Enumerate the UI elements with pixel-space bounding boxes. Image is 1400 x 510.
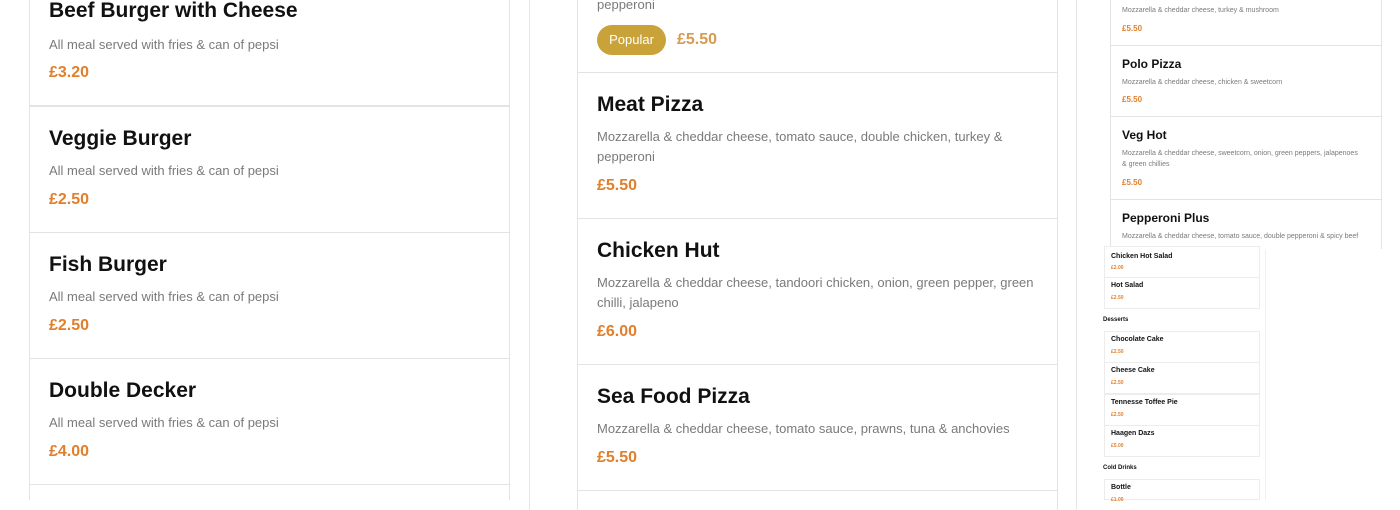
item-price: £2.50 [1111, 380, 1124, 386]
menu-item-card[interactable]: pepperoni Popular £5.50 [577, 0, 1058, 73]
item-name: Hot Salad [1111, 282, 1144, 289]
item-price: £5.50 [597, 449, 638, 466]
menu-item-card[interactable]: Hot Salad £2.50 [1104, 277, 1260, 309]
menu-item-card[interactable]: Haagen Dazs £5.00 [1104, 425, 1260, 457]
menu-item-card[interactable]: Mozzarella & cheddar cheese, turkey & mu… [1110, 0, 1382, 46]
item-price: £4.00 [49, 443, 90, 460]
item-name: Pepperoni Plus [1122, 211, 1210, 225]
item-price: £2.50 [49, 191, 90, 208]
item-description: All meal served with fries & can of peps… [49, 289, 279, 304]
item-description: Mozzarella & cheddar cheese, tandoori ch… [597, 275, 1034, 290]
item-name: Veg Hot [1122, 128, 1167, 142]
menu-item-card[interactable]: Beef Burger with Cheese All meal served … [29, 0, 510, 106]
item-name: Chicken Hut [597, 239, 720, 262]
item-name: Chocolate Cake [1111, 336, 1164, 343]
item-price: £3.20 [49, 64, 90, 81]
section-heading-cold-drinks: Cold Drinks [1103, 465, 1137, 471]
item-price: £2.50 [1111, 295, 1124, 301]
item-description: Mozzarella & cheddar cheese, chicken & s… [1122, 79, 1283, 86]
menu-item-card[interactable]: Double Decker All meal served with fries… [29, 358, 510, 485]
menu-item-card[interactable]: Fish Burger All meal served with fries &… [29, 232, 510, 359]
item-description-cont: & green chillies [1122, 161, 1170, 168]
item-price: £5.50 [1122, 178, 1143, 187]
item-name: Sea Food Pizza [597, 385, 750, 408]
item-description-cont: pepperoni [597, 149, 655, 164]
item-name: Double Decker [49, 379, 197, 402]
item-name: Haagen Dazs [1111, 430, 1155, 437]
item-description: All meal served with fries & can of peps… [49, 37, 279, 52]
item-name: Meat Pizza [597, 93, 704, 116]
item-name: Bottle [1111, 484, 1131, 491]
menu-item-card[interactable]: Sea Food Pizza Mozzarella & cheddar chee… [577, 364, 1058, 491]
item-name: Polo Pizza [1122, 57, 1182, 71]
menu-item-card[interactable]: Polo Pizza Mozzarella & cheddar cheese, … [1110, 45, 1382, 117]
menu-item-card[interactable]: Chicken Hut Mozzarella & cheddar cheese,… [577, 218, 1058, 365]
menu-item-card[interactable]: Pepperoni Plus Mozzarella & cheddar chee… [1110, 199, 1382, 249]
menu-item-card[interactable]: Meat Pizza Mozzarella & cheddar cheese, … [577, 72, 1058, 219]
menu-item-card[interactable] [29, 484, 510, 500]
menu-item-card[interactable]: Veggie Burger All meal served with fries… [29, 106, 510, 233]
item-price: £2.50 [49, 317, 90, 334]
item-description: All meal served with fries & can of peps… [49, 415, 279, 430]
popular-badge: Popular [597, 25, 666, 55]
menu-item-card[interactable]: Bottle £1.00 [1104, 479, 1260, 503]
menu-item-card[interactable]: Chicken Hot Salad £2.00 [1104, 246, 1260, 278]
item-name: Fish Burger [49, 253, 167, 276]
item-price: £2.50 [1111, 412, 1124, 418]
item-name: Tennesse Toffee Pie [1111, 399, 1178, 406]
burger-menu-panel: Beef Burger with Cheese All meal served … [0, 0, 530, 500]
item-description: All meal served with fries & can of peps… [49, 163, 279, 178]
mini-pizza-panel: Mozzarella & cheddar cheese, turkey & mu… [1077, 0, 1400, 249]
item-price: £2.50 [1111, 349, 1124, 355]
section-heading-desserts: Desserts [1103, 317, 1129, 323]
menu-item-card[interactable]: Cheese Cake £2.50 [1104, 362, 1260, 394]
item-description: pepperoni [597, 0, 655, 12]
item-price: £5.50 [1122, 24, 1143, 33]
item-description-cont: chilli, jalapeno [597, 295, 679, 310]
item-price: £2.00 [1111, 265, 1124, 271]
item-name: Chicken Hot Salad [1111, 253, 1173, 260]
item-name: Beef Burger with Cheese [49, 0, 298, 22]
item-price: £5.00 [1111, 443, 1124, 449]
pizza-menu-panel: pepperoni Popular £5.50 Meat Pizza Mozza… [529, 0, 1077, 510]
menu-item-card[interactable] [577, 490, 1058, 510]
item-description: Mozzarella & cheddar cheese, tomato sauc… [597, 421, 1010, 436]
item-price: £5.50 [1122, 95, 1143, 104]
item-description: Mozzarella & cheddar cheese, turkey & mu… [1122, 7, 1279, 14]
item-name: Cheese Cake [1111, 367, 1155, 374]
item-price: £1.00 [1111, 497, 1124, 503]
menu-item-card[interactable]: Veg Hot Mozzarella & cheddar cheese, swe… [1110, 116, 1382, 200]
menu-item-card[interactable]: Chocolate Cake £2.50 [1104, 331, 1260, 363]
item-price: £5.50 [597, 177, 638, 194]
item-description: Mozzarella & cheddar cheese, tomato sauc… [597, 129, 1003, 144]
item-name: Veggie Burger [49, 127, 192, 150]
item-description: Mozzarella & cheddar cheese, tomato sauc… [1122, 233, 1359, 240]
item-price: £6.00 [597, 323, 638, 340]
item-price: £5.50 [677, 31, 718, 48]
menu-item-card[interactable]: Tennesse Toffee Pie £2.50 [1104, 394, 1260, 426]
